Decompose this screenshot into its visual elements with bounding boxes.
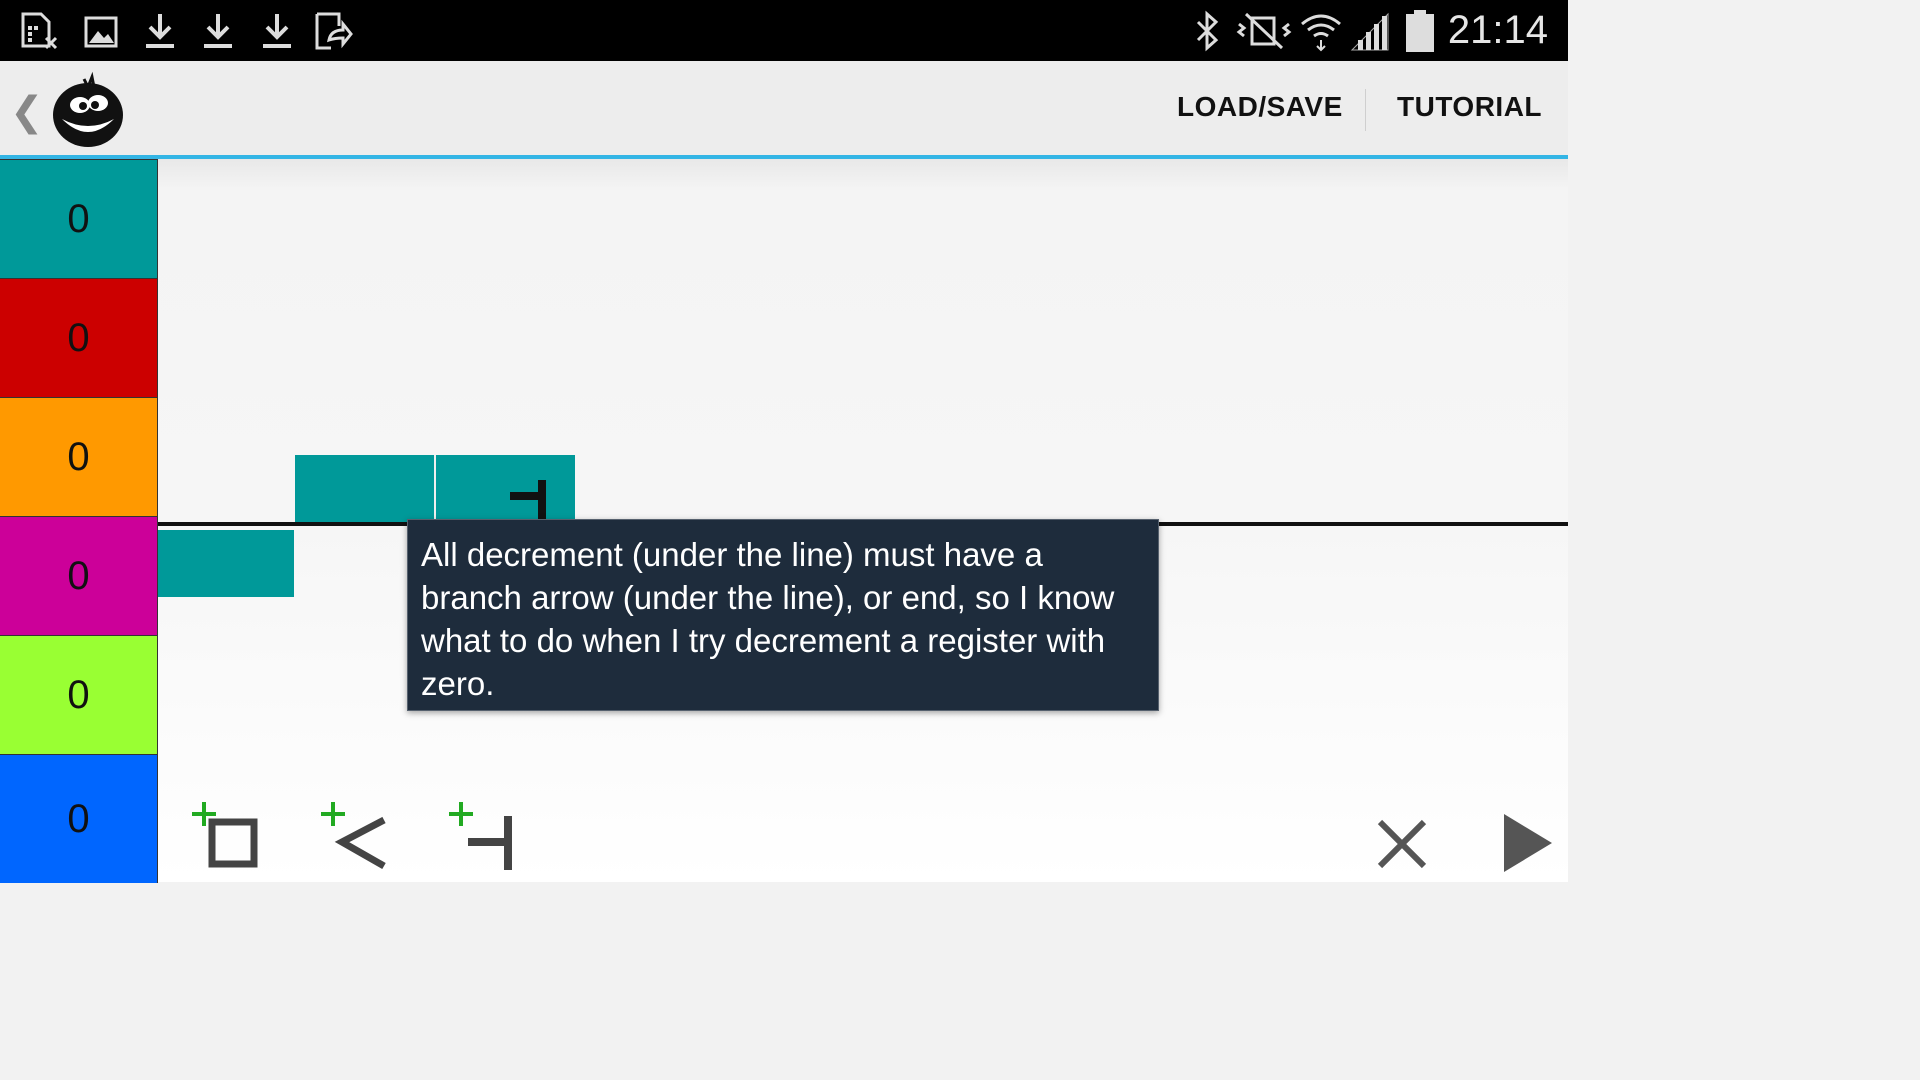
- download-icon: [146, 14, 174, 48]
- tooltip-message: All decrement (under the line) must have…: [407, 519, 1159, 711]
- sim-card-no-icon: [21, 12, 58, 50]
- register-3[interactable]: 0: [0, 397, 158, 516]
- register-4[interactable]: 0: [0, 516, 158, 635]
- register-value: 0: [67, 553, 90, 598]
- register-1[interactable]: 0: [0, 159, 158, 278]
- register-2[interactable]: 0: [0, 278, 158, 397]
- clock: 21:14: [1447, 8, 1548, 52]
- add-decrement-icon[interactable]: [446, 800, 522, 872]
- wifi-icon: [1301, 14, 1341, 52]
- vibrate-icon: [1236, 12, 1292, 50]
- add-box-icon[interactable]: [192, 800, 264, 870]
- bluetooth-icon: [1196, 10, 1219, 52]
- smiley-logo-icon[interactable]: [50, 69, 128, 149]
- download-icon: [204, 14, 232, 48]
- close-icon[interactable]: [1376, 818, 1428, 870]
- battery-icon: [1406, 10, 1434, 52]
- play-icon[interactable]: [1500, 812, 1556, 874]
- load-save-button[interactable]: LOAD/SAVE: [1177, 91, 1343, 123]
- action-bar-divider: [1365, 89, 1366, 131]
- register-value: 0: [67, 434, 90, 479]
- image-icon: [84, 16, 118, 48]
- register-6[interactable]: 0: [0, 754, 158, 883]
- register-value: 0: [67, 196, 90, 241]
- chevron-left-icon[interactable]: ❮: [10, 89, 44, 135]
- end-marker-icon: [510, 480, 546, 522]
- share-file-icon: [315, 12, 353, 50]
- register-value: 0: [67, 672, 90, 717]
- register-value: 0: [67, 315, 90, 360]
- register-5[interactable]: 0: [0, 635, 158, 754]
- status-bar: 21:14: [0, 0, 1568, 61]
- download-icon: [263, 14, 291, 48]
- add-branch-arrow-icon[interactable]: [318, 800, 394, 870]
- action-bar: ❮ LOAD/SAVE TUTORIAL: [0, 61, 1568, 159]
- tutorial-button[interactable]: TUTORIAL: [1397, 91, 1542, 123]
- tooltip-text: All decrement (under the line) must have…: [421, 536, 1115, 702]
- signal-icon: [1350, 12, 1389, 51]
- block-divider: [434, 455, 436, 522]
- decrement-instruction-block[interactable]: [158, 530, 294, 597]
- register-value: 0: [67, 796, 90, 841]
